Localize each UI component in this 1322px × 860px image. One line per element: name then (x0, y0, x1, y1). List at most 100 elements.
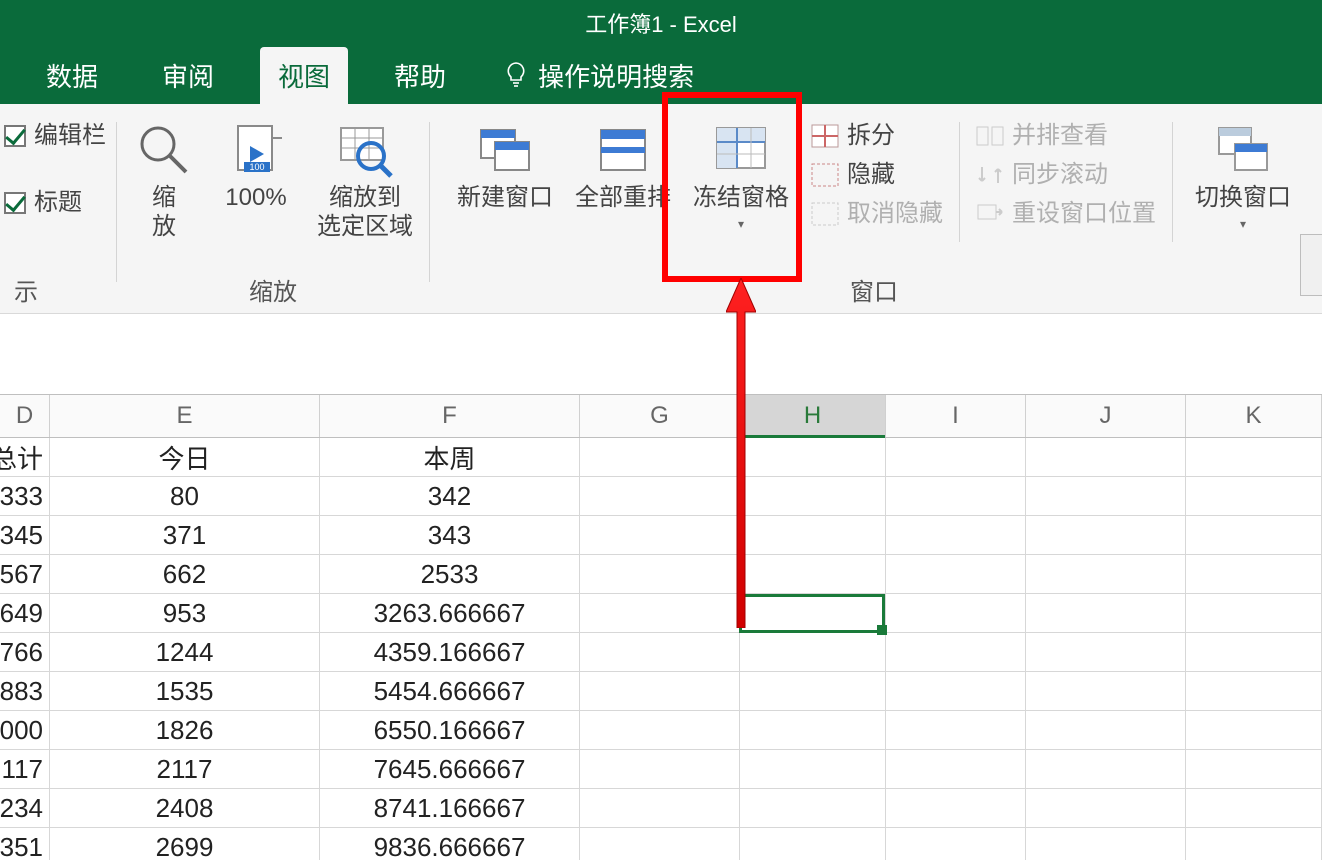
col-header-H[interactable]: H (740, 395, 886, 437)
cell[interactable] (580, 672, 740, 710)
cell[interactable] (886, 633, 1026, 671)
cell[interactable]: 6550.166667 (320, 711, 580, 749)
cell[interactable] (1026, 711, 1186, 749)
cell[interactable]: 234 (0, 789, 50, 827)
cell[interactable]: 4359.166667 (320, 633, 580, 671)
cell[interactable]: 1535 (50, 672, 320, 710)
zoom-button[interactable]: 缩 放 (127, 116, 201, 246)
cell[interactable]: 351 (0, 828, 50, 860)
cell[interactable] (580, 789, 740, 827)
cell[interactable] (886, 438, 1026, 476)
cell[interactable]: 000 (0, 711, 50, 749)
clipboard-partial-icon[interactable] (1300, 234, 1322, 296)
hide-button[interactable]: 隐藏 (811, 159, 943, 190)
cell[interactable]: 5454.666667 (320, 672, 580, 710)
cell[interactable]: 117 (0, 750, 50, 788)
cell[interactable]: 2699 (50, 828, 320, 860)
col-header-G[interactable]: G (580, 395, 740, 437)
zoom-100-button[interactable]: 100 100% (219, 116, 293, 217)
cell[interactable] (886, 516, 1026, 554)
cell[interactable] (1186, 789, 1322, 827)
cell[interactable] (1026, 438, 1186, 476)
cell[interactable] (1186, 633, 1322, 671)
cell[interactable] (1026, 516, 1186, 554)
cell[interactable] (886, 477, 1026, 515)
cell[interactable] (1186, 516, 1322, 554)
cell[interactable] (1026, 555, 1186, 593)
cell[interactable] (1026, 672, 1186, 710)
cell[interactable] (886, 750, 1026, 788)
cell[interactable] (1026, 594, 1186, 632)
cell[interactable]: 953 (50, 594, 320, 632)
tab-view[interactable]: 视图 (260, 47, 348, 104)
checkbox-headings[interactable]: 标题 (4, 187, 82, 218)
cell[interactable] (580, 438, 740, 476)
new-window-button[interactable]: 新建窗口 (451, 116, 559, 217)
cell[interactable] (1026, 828, 1186, 860)
cell[interactable]: 1244 (50, 633, 320, 671)
cell[interactable] (1186, 672, 1322, 710)
cell[interactable] (740, 789, 886, 827)
cell[interactable] (1186, 828, 1322, 860)
checkbox-formula-bar[interactable]: 编辑栏 (4, 120, 106, 151)
cell[interactable] (1026, 633, 1186, 671)
cell[interactable] (1186, 711, 1322, 749)
cell[interactable]: 371 (50, 516, 320, 554)
cell[interactable] (1186, 438, 1322, 476)
cell[interactable] (886, 594, 1026, 632)
cell[interactable]: 本周 (320, 438, 580, 476)
cell[interactable]: 766 (0, 633, 50, 671)
zoom-to-selection-button[interactable]: 缩放到 选定区域 (311, 116, 419, 246)
cell[interactable]: 2117 (50, 750, 320, 788)
cell[interactable] (740, 633, 886, 671)
cell[interactable] (580, 711, 740, 749)
col-header-E[interactable]: E (50, 395, 320, 437)
cell[interactable]: 8741.166667 (320, 789, 580, 827)
cell[interactable]: 3263.666667 (320, 594, 580, 632)
cell[interactable] (740, 828, 886, 860)
cell[interactable]: 今日 (50, 438, 320, 476)
worksheet-grid[interactable]: 总计 今日 本周 3338034234537134356766225336499… (0, 438, 1322, 860)
tab-data[interactable]: 数据 (28, 47, 116, 104)
cell[interactable]: 2533 (320, 555, 580, 593)
cell[interactable] (1026, 789, 1186, 827)
cell[interactable] (740, 672, 886, 710)
cell[interactable] (1186, 594, 1322, 632)
cell[interactable]: 1826 (50, 711, 320, 749)
cell[interactable] (740, 477, 886, 515)
cell[interactable] (580, 828, 740, 860)
cell[interactable] (886, 555, 1026, 593)
cell[interactable]: 883 (0, 672, 50, 710)
cell[interactable] (886, 828, 1026, 860)
cell[interactable]: 567 (0, 555, 50, 593)
cell[interactable]: 80 (50, 477, 320, 515)
cell[interactable] (740, 711, 886, 749)
cell[interactable] (740, 594, 886, 632)
cell[interactable]: 662 (50, 555, 320, 593)
cell[interactable] (886, 672, 1026, 710)
cell[interactable]: 333 (0, 477, 50, 515)
cell[interactable] (740, 516, 886, 554)
cell[interactable] (1186, 750, 1322, 788)
col-header-I[interactable]: I (886, 395, 1026, 437)
cell[interactable] (1026, 750, 1186, 788)
cell[interactable]: 总计 (0, 438, 50, 476)
cell[interactable] (740, 750, 886, 788)
cell[interactable]: 7645.666667 (320, 750, 580, 788)
col-header-K[interactable]: K (1186, 395, 1322, 437)
col-header-F[interactable]: F (320, 395, 580, 437)
cell[interactable] (580, 477, 740, 515)
cell[interactable] (1186, 477, 1322, 515)
switch-windows-button[interactable]: 切换窗口 ▾ (1189, 116, 1297, 235)
cell[interactable]: 343 (320, 516, 580, 554)
cell[interactable] (580, 555, 740, 593)
cell[interactable] (580, 633, 740, 671)
cell[interactable] (740, 438, 886, 476)
cell[interactable] (1026, 477, 1186, 515)
tell-me-search[interactable]: 操作说明搜索 (504, 57, 694, 94)
cell[interactable] (886, 789, 1026, 827)
tab-review[interactable]: 审阅 (144, 47, 232, 104)
cell[interactable]: 2408 (50, 789, 320, 827)
cell[interactable] (886, 711, 1026, 749)
cell[interactable] (580, 594, 740, 632)
